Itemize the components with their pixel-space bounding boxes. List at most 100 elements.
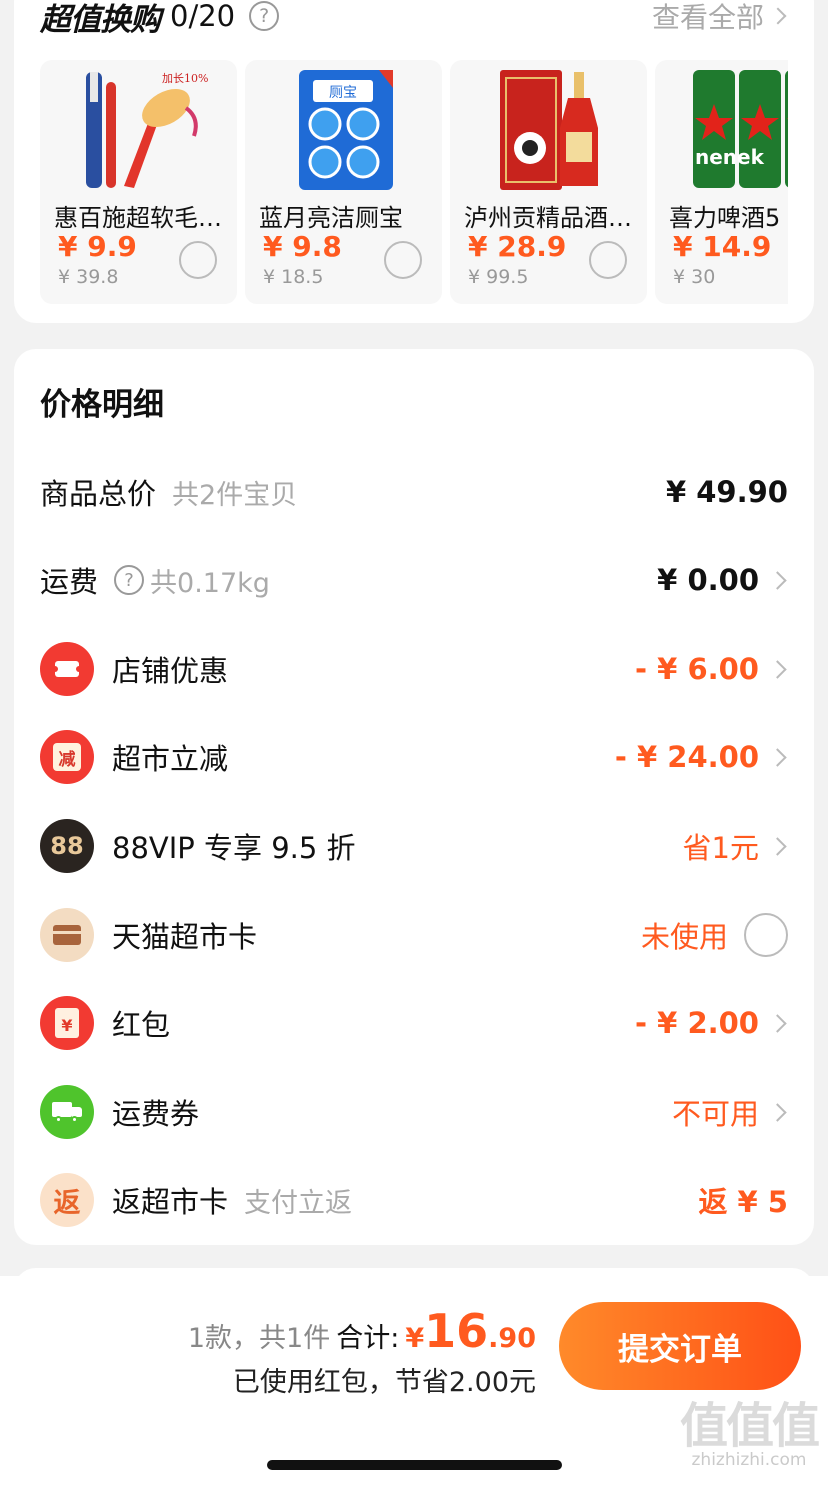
- product-original-price: ¥ 18.5: [263, 266, 324, 288]
- exchange-title: 超值换购: [40, 1, 161, 38]
- supermarket-discount-value-wrap: - ¥ 24.00: [615, 740, 788, 774]
- red-packet-value: - ¥ 2.00: [635, 1006, 759, 1040]
- supermarket-discount-value: - ¥ 24.00: [614, 740, 759, 774]
- product-name: 惠百施超软毛…: [54, 204, 222, 232]
- vip-discount-value: 省1元: [682, 831, 759, 865]
- product-name: 泸州贡精品酒…: [464, 204, 632, 232]
- rebate-label: 返超市卡: [112, 1185, 229, 1219]
- product-select-radio[interactable]: [179, 241, 217, 279]
- submit-order-button[interactable]: 提交订单: [559, 1302, 801, 1390]
- shipping-coupon-value-wrap: 不可用: [672, 1091, 788, 1133]
- product-name: 喜力啤酒5: [669, 204, 781, 232]
- truck-icon: [40, 1085, 94, 1139]
- vip-discount-value-wrap: 省1元: [683, 825, 788, 867]
- subtotal-row: 商品总价 共2件宝贝 ¥ 49.90: [40, 462, 788, 522]
- vip-discount-row[interactable]: 88 88VIP 专享 9.5 折 省1元: [40, 816, 788, 876]
- supermarket-discount-label: 超市立减: [112, 742, 229, 776]
- supermarket-card-value-wrap: 未使用: [641, 913, 788, 957]
- price-detail-card: 价格明细 商品总价 共2件宝贝 ¥ 49.90 运费 ? 共0.17kg ¥ 0…: [14, 349, 814, 1245]
- product-price: ¥ 28.9: [468, 230, 567, 263]
- shipping-coupon-label: 运费券: [112, 1097, 200, 1131]
- chevron-right-icon: [768, 747, 787, 767]
- chevron-right-icon: [768, 836, 787, 856]
- baijiu-image: [500, 70, 598, 190]
- help-icon[interactable]: ?: [249, 1, 280, 31]
- exchange-count: 0/20: [170, 0, 236, 33]
- supermarket-discount-row[interactable]: 减 超市立减 - ¥ 24.00: [40, 727, 788, 787]
- exchange-header: 超值换购 0/20 ? 查看全部: [40, 0, 790, 38]
- supermarket-card-label: 天猫超市卡: [112, 920, 258, 954]
- product-original-price: ¥ 30: [673, 266, 716, 288]
- view-all-label: 查看全部: [651, 1, 764, 34]
- coupon-icon: [40, 642, 94, 696]
- item-count: 1款，共1件: [187, 1323, 331, 1354]
- product-original-price: ¥ 39.8: [58, 266, 119, 288]
- product-select-radio[interactable]: [384, 241, 422, 279]
- product-card[interactable]: 厕宝 蓝月亮洁厕宝 ¥ 9.8 ¥ 18.5: [245, 60, 442, 304]
- shipping-label: 运费: [40, 565, 99, 599]
- product-price: ¥ 9.8: [263, 230, 342, 263]
- product-select-radio[interactable]: [589, 241, 627, 279]
- product-original-price: ¥ 99.5: [468, 266, 529, 288]
- savings-note: 已使用红包，节省2.00元: [232, 1367, 536, 1398]
- rebate-value: 返 ¥ 5: [698, 1185, 788, 1219]
- svg-text:加长10%: 加长10%: [162, 72, 208, 85]
- product-price: ¥ 14.9: [673, 230, 772, 263]
- rebate-sub: 支付立返: [244, 1187, 353, 1219]
- total-currency: ¥: [405, 1323, 425, 1354]
- shipping-value: ¥ 0.00: [657, 563, 759, 597]
- chevron-right-icon: [768, 1102, 787, 1122]
- subtotal-label: 商品总价: [40, 477, 157, 511]
- chevron-right-icon: [768, 1013, 787, 1033]
- supermarket-card-radio[interactable]: [744, 913, 788, 957]
- red-packet-row[interactable]: ¥ 红包 - ¥ 2.00: [40, 993, 788, 1053]
- shipping-row[interactable]: 运费 ? 共0.17kg ¥ 0.00: [40, 550, 788, 610]
- store-discount-row[interactable]: 店铺优惠 - ¥ 6.00: [40, 639, 788, 699]
- rebate-icon: 返: [40, 1173, 94, 1227]
- store-discount-value: - ¥ 6.00: [635, 652, 759, 686]
- shipping-coupon-value: 不可用: [671, 1097, 759, 1131]
- subtotal-value: ¥ 49.90: [665, 475, 788, 509]
- watermark-logo: 值值值: [679, 1398, 820, 1454]
- total-label: 合计:: [336, 1323, 400, 1354]
- home-indicator[interactable]: [267, 1460, 562, 1470]
- red-packet-icon: ¥: [40, 996, 94, 1050]
- product-price: ¥ 9.9: [58, 230, 137, 263]
- chevron-right-icon: [768, 570, 787, 590]
- chevron-right-icon: [769, 7, 787, 25]
- supermarket-card-value: 未使用: [640, 920, 728, 954]
- product-card[interactable]: nenek 喜力啤酒5 ¥ 14.9 ¥ 30: [655, 60, 788, 304]
- svg-text:厕宝: 厕宝: [329, 85, 357, 101]
- watermark: 值值值 zhizhizhi.com: [679, 1398, 820, 1470]
- red-packet-label: 红包: [112, 1008, 171, 1042]
- exchange-card: 超值换购 0/20 ? 查看全部 加长10% 惠百施超软毛… ¥ 9.9 ¥ 3…: [14, 0, 814, 323]
- watermark-url: zhizhizhi.com: [691, 1450, 807, 1470]
- total-decimal: .90: [488, 1323, 536, 1354]
- shipping-value-wrap: ¥ 0.00: [657, 563, 788, 597]
- total-line: 1款，共1件 合计: ¥ 16 .90: [188, 1304, 536, 1358]
- total-integer: 16: [424, 1304, 489, 1358]
- product-card[interactable]: 加长10% 惠百施超软毛… ¥ 9.9 ¥ 39.8: [40, 60, 237, 304]
- toothbrush-image: 加长10%: [86, 72, 208, 188]
- beer-cans-image: nenek: [693, 70, 788, 188]
- chevron-right-icon: [768, 659, 787, 679]
- price-detail-title: 价格明细: [40, 387, 164, 423]
- supermarket-card-row[interactable]: 天猫超市卡 未使用: [40, 905, 788, 965]
- store-discount-label: 店铺优惠: [112, 654, 229, 688]
- exchange-product-list: 加长10% 惠百施超软毛… ¥ 9.9 ¥ 39.8 厕宝 蓝月亮洁厕宝 ¥ 9…: [40, 60, 788, 304]
- card-icon: [40, 908, 94, 962]
- product-card[interactable]: 泸州贡精品酒… ¥ 28.9 ¥ 99.5: [450, 60, 647, 304]
- rebate-row: 返 返超市卡 支付立返 返 ¥ 5: [40, 1170, 788, 1230]
- svg-text:nenek: nenek: [695, 145, 765, 169]
- view-all-link[interactable]: 查看全部: [652, 0, 790, 36]
- store-discount-value-wrap: - ¥ 6.00: [635, 652, 788, 686]
- vip88-icon: 88: [40, 819, 94, 873]
- shipping-coupon-row[interactable]: 运费券 不可用: [40, 1082, 788, 1142]
- shipping-weight: 共0.17kg: [150, 567, 270, 599]
- vip-discount-label: 88VIP 专享 9.5 折: [112, 831, 356, 865]
- toilet-cleaner-image: 厕宝: [299, 70, 393, 190]
- product-name: 蓝月亮洁厕宝: [259, 204, 403, 232]
- red-packet-value-wrap: - ¥ 2.00: [635, 1006, 788, 1040]
- help-icon[interactable]: ?: [114, 565, 145, 595]
- discount-icon: 减: [40, 730, 94, 784]
